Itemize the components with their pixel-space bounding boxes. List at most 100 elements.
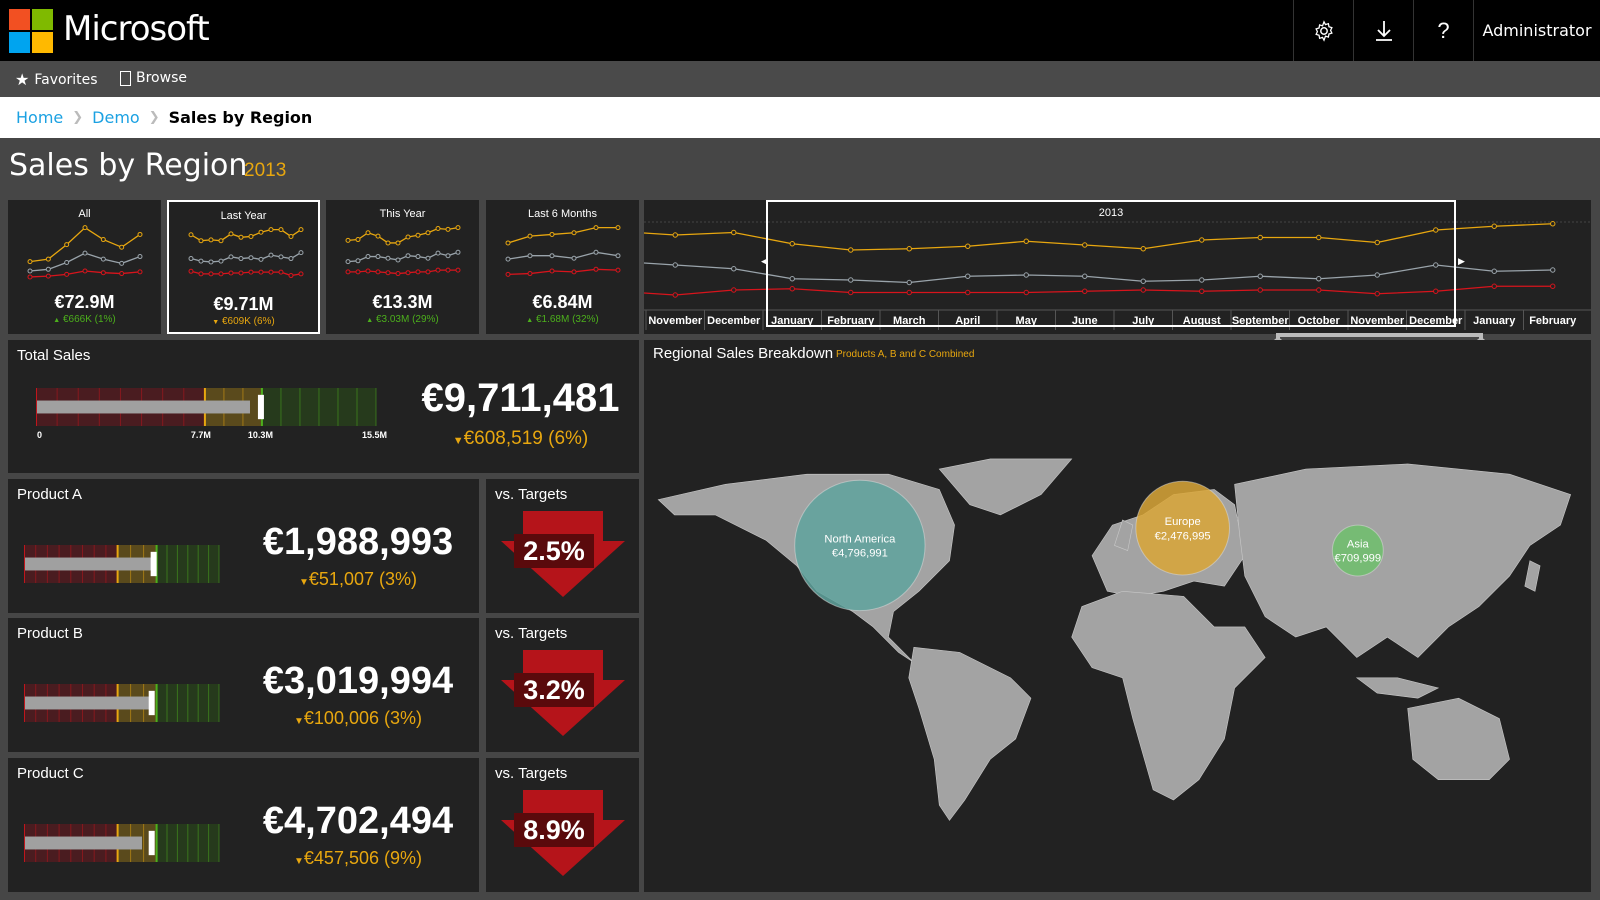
product-label: Product B: [17, 625, 83, 642]
tile-label: Last 6 Months: [527, 208, 598, 220]
sparkline-point: [571, 269, 577, 275]
sparkline-point: [549, 268, 555, 274]
period-tile-2[interactable]: This Year €13.3M ▲ €3.03M (29%): [326, 200, 479, 334]
month-label[interactable]: November: [648, 315, 703, 327]
sparkline-point: [119, 271, 125, 277]
sparkline-point: [615, 225, 621, 231]
sparkline-point: [395, 257, 401, 263]
sparkline-point: [228, 270, 234, 276]
sparkline-point: [355, 258, 361, 264]
up-triangle-icon: ▲: [366, 317, 374, 324]
bullet-target-marker: [148, 830, 155, 856]
sparkline-point: [82, 225, 88, 231]
sparkline-point: [593, 225, 599, 231]
vs-targets-value: 2.5%: [514, 534, 594, 568]
breadcrumb-demo[interactable]: Demo: [92, 108, 140, 127]
sparkline-point: [208, 271, 214, 277]
sparkline-point: [615, 253, 621, 259]
asia-landmass: [1234, 463, 1572, 658]
sparkline-point: [188, 256, 194, 262]
world-map[interactable]: North America €4,796,991 Europe €2,476,995 A…: [644, 372, 1591, 892]
sparkline-point: [27, 268, 33, 274]
sparkline-point: [258, 229, 264, 235]
timeline-range-slider[interactable]: [1278, 333, 1481, 337]
sparkline-point: [405, 270, 411, 276]
settings-button[interactable]: [1293, 0, 1353, 61]
period-tile-3[interactable]: Last 6 Months €6.84M ▲ €1.68M (32%): [486, 200, 639, 334]
month-label[interactable]: January: [1473, 315, 1516, 327]
month-label[interactable]: February: [1529, 315, 1577, 327]
sparkline-point: [435, 267, 441, 273]
sparkline-point: [288, 273, 294, 279]
sparkline-point: [119, 244, 125, 250]
region-bubble-europe[interactable]: Europe €2,476,995: [1135, 480, 1231, 576]
sparkline-point: [208, 259, 214, 265]
chevron-right-icon: ❯: [72, 110, 84, 125]
sparkline-point: [425, 255, 431, 261]
sparkline-point: [425, 230, 431, 236]
sparkline-point: [218, 271, 224, 277]
sparkline-point: [345, 259, 351, 265]
month-label[interactable]: December: [707, 315, 761, 327]
tile-sparkline: [27, 225, 143, 280]
bullet-tick-label: 15.5M: [362, 430, 387, 440]
nav-favorites[interactable]: ★ Favorites: [15, 70, 98, 89]
sparkline-point: [593, 266, 599, 272]
product-value: €1,988,993: [262, 521, 454, 563]
sparkline-series: [507, 227, 618, 244]
bullet-target-marker: [257, 394, 264, 420]
tile-delta: ▲ €3.03M (29%): [326, 314, 479, 325]
brand-name: Microsoft: [63, 9, 210, 49]
sparkline-point: [455, 267, 461, 273]
region-name: North America: [824, 533, 896, 545]
vs-targets-panel: vs. Targets 8.9%: [486, 758, 639, 892]
nav-favorites-label: Favorites: [34, 71, 98, 88]
bullet-actual-bar: [25, 557, 154, 571]
period-tile-0[interactable]: All €72.9M ▲ €666K (1%): [8, 200, 161, 334]
bullet-actual-bar: [37, 400, 250, 414]
sparkline-point: [415, 232, 421, 238]
timeline-selection[interactable]: 2013: [766, 200, 1456, 327]
microsoft-logo[interactable]: [9, 9, 53, 53]
vs-targets-label: vs. Targets: [495, 625, 568, 642]
tile-delta-text: €609K (6%): [221, 316, 275, 327]
sparkline-point: [64, 242, 70, 248]
period-tile-1[interactable]: Last Year €9.71M ▼ €609K (6%): [167, 200, 320, 334]
total-sales-value: €9,711,481: [421, 376, 620, 420]
tile-sparkline: [345, 225, 461, 277]
sparkline-point: [248, 255, 254, 261]
scroll-right-icon[interactable]: ▶: [1458, 256, 1465, 266]
nav-browse[interactable]: Browse: [120, 70, 187, 86]
region-bubble-asia[interactable]: Asia €709,999: [1331, 524, 1384, 577]
total-sales-delta-text: €608,519 (6%): [463, 428, 589, 449]
japan-landmass: [1524, 560, 1541, 592]
down-triangle-icon: ▼: [294, 716, 304, 727]
breadcrumb-current: Sales by Region: [168, 108, 313, 127]
sparkline-point: [385, 240, 391, 246]
download-button[interactable]: [1353, 0, 1413, 61]
sparkline-point: [375, 254, 381, 260]
product-value: €4,702,494: [262, 800, 454, 842]
sparkline-point: [248, 233, 254, 239]
down-triangle-icon: ▼: [212, 319, 220, 326]
vs-targets-label: vs. Targets: [495, 486, 568, 503]
total-sales-delta: ▼€608,519 (6%): [403, 428, 638, 450]
product-value: €3,019,994: [262, 660, 454, 702]
sparkline-point: [445, 253, 451, 259]
user-menu[interactable]: Administrator: [1473, 0, 1600, 61]
help-button[interactable]: ?: [1413, 0, 1473, 61]
region-bubble-north-america[interactable]: North America €4,796,991: [794, 479, 926, 612]
down-triangle-icon: ▼: [452, 435, 464, 447]
sparkline-point: [345, 237, 351, 243]
tile-delta: ▲ €666K (1%): [8, 314, 161, 325]
product-label: Product A: [17, 486, 83, 503]
sparkline-series: [29, 226, 141, 263]
help-icon: ?: [1437, 17, 1450, 43]
sparkline-point: [208, 237, 214, 243]
download-icon: [1375, 20, 1392, 41]
breadcrumb-home[interactable]: Home: [16, 108, 63, 127]
sparkline-point: [228, 231, 234, 237]
sparkline-point: [385, 270, 391, 276]
timeline-chart[interactable]: November December January February March Apri…: [644, 200, 1591, 334]
page-year: 2013: [244, 160, 287, 181]
